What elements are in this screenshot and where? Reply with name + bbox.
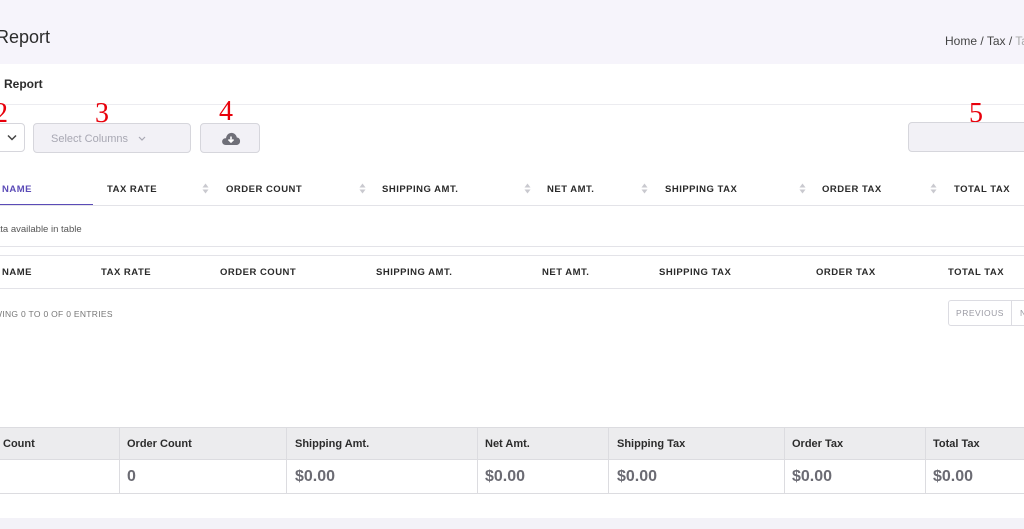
select-columns-placeholder: Select Columns <box>51 133 129 145</box>
summary-column-divider <box>119 427 120 494</box>
breadcrumb-separator: / <box>977 34 987 48</box>
cloud-download-icon <box>222 132 241 145</box>
download-button[interactable] <box>200 123 260 153</box>
column-header-net-amt[interactable]: NET AMT. <box>547 184 594 195</box>
page-length-select[interactable] <box>0 123 25 152</box>
summary-column-divider <box>784 427 785 494</box>
table-divider <box>0 288 1024 289</box>
breadcrumb: Home / Tax / Ta <box>945 34 1024 48</box>
empty-table-message: ata available in table <box>0 224 82 235</box>
footer-header-net-amt: NET AMT. <box>542 267 590 278</box>
summary-value-order-count: 0 <box>127 468 136 485</box>
search-input[interactable] <box>908 122 1024 152</box>
column-header-tax-rate[interactable]: TAX RATE <box>107 184 157 195</box>
card-title: Report <box>4 77 43 91</box>
breadcrumb-home[interactable]: Home <box>945 34 977 48</box>
breadcrumb-tax[interactable]: Tax <box>987 34 1006 48</box>
summary-header-total-tax: Total Tax <box>933 438 980 450</box>
summary-header-shipping-amt: Shipping Amt. <box>295 438 370 450</box>
column-header-order-count[interactable]: ORDER COUNT <box>226 184 302 195</box>
summary-header-net-amt: Net Amt. <box>485 438 530 450</box>
sort-icon[interactable] <box>524 183 531 194</box>
summary-column-divider <box>286 427 287 494</box>
column-header-shipping-amt[interactable]: SHIPPING AMT. <box>382 184 458 195</box>
summary-table: Count Order Count Shipping Amt. Net Amt.… <box>0 427 1024 494</box>
pagination-previous-button[interactable]: PREVIOUS <box>948 300 1012 326</box>
summary-value-net-amt: $0.00 <box>485 468 526 485</box>
sort-icon[interactable] <box>202 183 209 194</box>
sort-icon[interactable] <box>930 183 937 194</box>
table-info: WING 0 TO 0 OF 0 ENTRIES <box>0 309 113 319</box>
footer-header-order-tax: ORDER TAX <box>816 267 876 278</box>
annotation-marker-4: 4 <box>219 96 233 127</box>
footer-header-order-count: ORDER COUNT <box>220 267 297 278</box>
summary-header-shipping-tax: Shipping Tax <box>617 438 686 450</box>
sort-icon[interactable] <box>359 183 366 194</box>
summary-value-shipping-tax: $0.00 <box>617 468 658 485</box>
table-divider <box>0 205 1024 206</box>
column-header-name[interactable]: NAME <box>2 184 32 195</box>
summary-header-order-tax: Order Tax <box>792 438 844 450</box>
footer-header-tax-rate: TAX RATE <box>101 267 152 278</box>
card-divider <box>0 104 1024 105</box>
summary-header-order-count: Order Count <box>127 438 192 450</box>
summary-value-order-tax: $0.00 <box>792 468 833 485</box>
summary-header-count: Count <box>3 438 35 450</box>
summary-value-total-tax: $0.00 <box>933 468 974 485</box>
column-header-order-tax[interactable]: ORDER TAX <box>822 184 882 195</box>
footer-header-shipping-amt: SHIPPING AMT. <box>376 267 453 278</box>
sort-icon[interactable] <box>799 183 806 194</box>
chevron-down-icon <box>7 134 17 141</box>
footer-header-name: NAME <box>2 267 32 278</box>
page-footer <box>0 518 1024 529</box>
select-columns-dropdown[interactable]: Select Columns <box>33 123 191 153</box>
summary-column-divider <box>477 427 478 494</box>
table-divider <box>0 246 1024 247</box>
column-header-shipping-tax[interactable]: SHIPPING TAX <box>665 184 737 195</box>
sort-icon[interactable] <box>641 183 648 194</box>
summary-value-shipping-amt: $0.00 <box>295 468 336 485</box>
summary-column-divider <box>608 427 609 494</box>
footer-header-total-tax: TOTAL TAX <box>948 267 1005 278</box>
page-header: Report Home / Tax / Ta <box>0 0 1024 64</box>
breadcrumb-current: Ta <box>1015 34 1024 48</box>
pagination-next-button[interactable]: N <box>1011 300 1024 326</box>
breadcrumb-separator: / <box>1005 34 1016 48</box>
page-title: Report <box>0 27 51 47</box>
summary-column-divider <box>925 427 926 494</box>
footer-header-shipping-tax: SHIPPING TAX <box>659 267 732 278</box>
column-header-total-tax[interactable]: TOTAL TAX <box>954 184 1010 195</box>
table-divider <box>0 255 1024 256</box>
chevron-down-icon <box>138 136 146 141</box>
